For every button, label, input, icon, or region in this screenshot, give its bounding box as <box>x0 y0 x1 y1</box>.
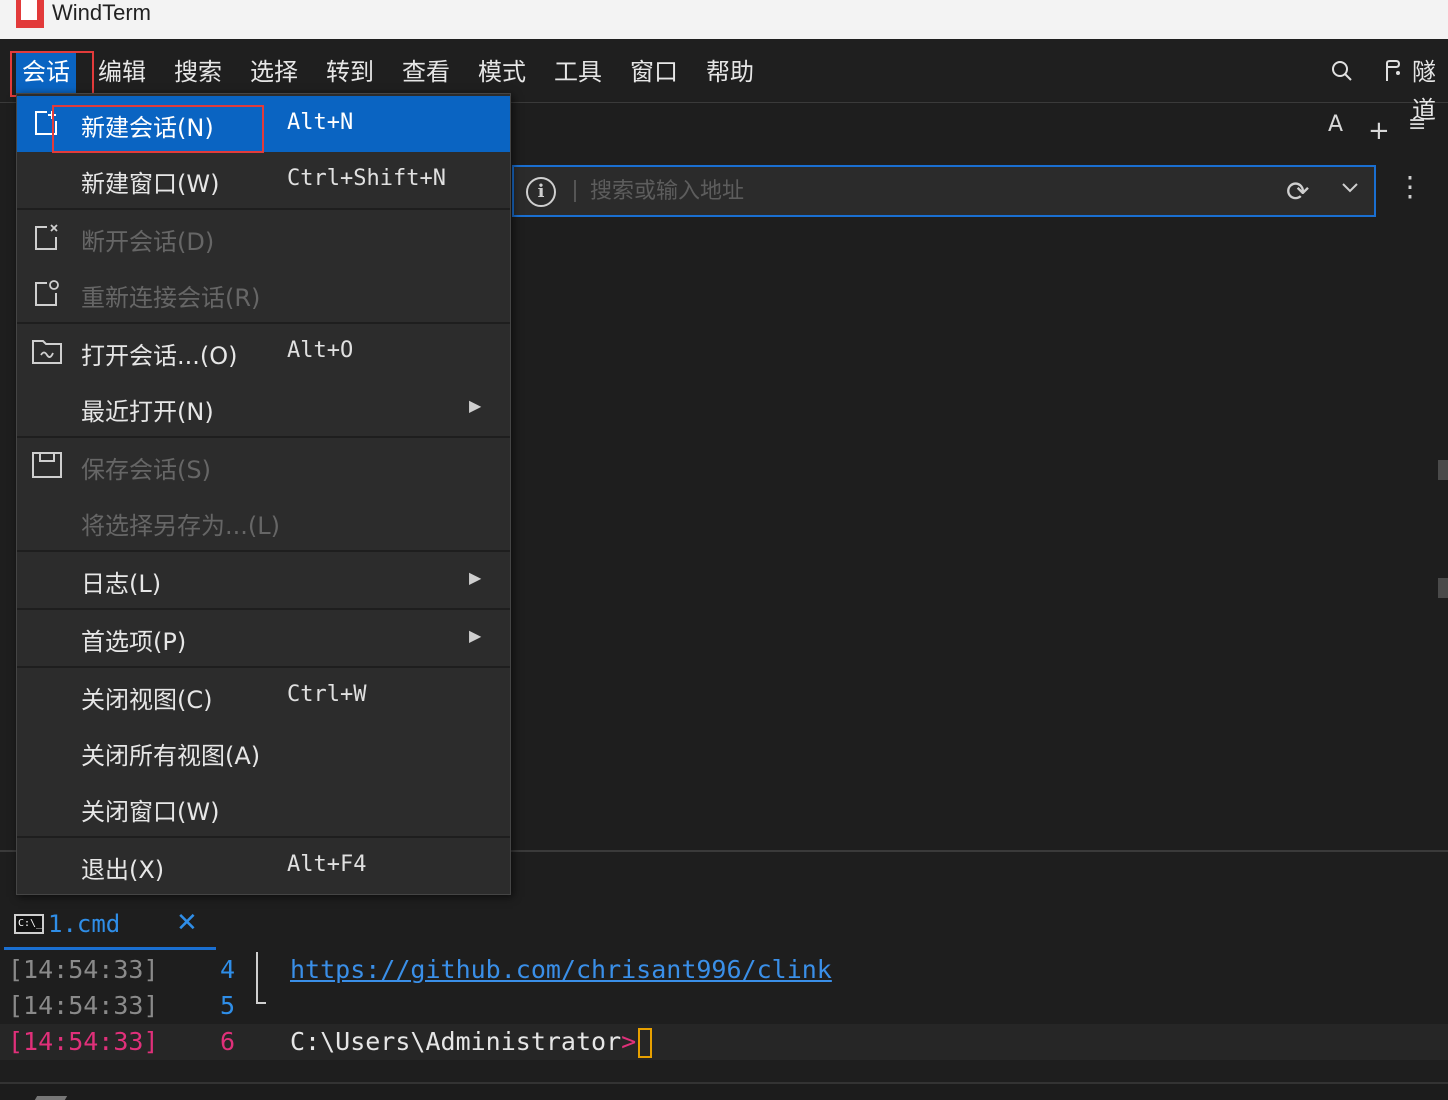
menu-item-close-view[interactable]: 关闭视图(C) Ctrl+W <box>17 668 510 724</box>
search-icon[interactable] <box>1330 59 1354 83</box>
terminal-line: [14:54:33] 5 <box>0 988 1448 1024</box>
menu-item-label: 将选择另存为...(L) <box>81 512 280 540</box>
menu-edit[interactable]: 编辑 <box>92 53 152 93</box>
menu-item-close-all-views[interactable]: 关闭所有视图(A) <box>17 724 510 780</box>
close-icon[interactable]: ✕ <box>176 908 198 938</box>
text-cursor <box>638 1028 653 1058</box>
menu-item-shortcut: Alt+O <box>287 338 354 363</box>
prompt-path: C:\Users\Administrator <box>290 1027 622 1056</box>
menu-item-label: 最近打开(N) <box>81 398 214 426</box>
terminal-tab-label: 1.cmd <box>48 910 121 938</box>
address-separator <box>574 180 576 202</box>
menu-item-new-session[interactable]: 新建会话(N) Alt+N <box>17 96 510 152</box>
line-number: 5 <box>220 991 236 1020</box>
menu-item-log[interactable]: 日志(L) ▶ <box>17 552 510 608</box>
menu-item-label: 关闭窗口(W) <box>81 798 220 826</box>
menu-item-save-selection[interactable]: 将选择另存为...(L) <box>17 494 510 550</box>
menu-item-shortcut: Ctrl+W <box>287 682 367 707</box>
menu-goto[interactable]: 转到 <box>320 53 380 93</box>
menu-window[interactable]: 窗口 <box>624 53 684 93</box>
status-indicator <box>34 1096 68 1100</box>
terminal-prompt[interactable]: C:\Users\Administrator> <box>290 1024 653 1060</box>
menu-search[interactable]: 搜索 <box>168 53 228 93</box>
menu-item-label: 退出(X) <box>81 856 165 884</box>
add-button[interactable]: + <box>1368 116 1390 146</box>
menu-item-shortcut: Alt+F4 <box>287 852 367 877</box>
menu-item-label: 重新连接会话(R) <box>81 284 261 312</box>
menu-item-disconnect[interactable]: 断开会话(D) <box>17 210 510 266</box>
menu-item-exit[interactable]: 退出(X) Alt+F4 <box>17 838 510 894</box>
chevron-down-icon[interactable] <box>1340 177 1360 197</box>
window-title: WindTerm <box>52 0 152 25</box>
menu-item-new-window[interactable]: 新建窗口(W) Ctrl+Shift+N <box>17 152 510 208</box>
menu-item-label: 打开会话...(O) <box>81 342 238 370</box>
list-menu-button[interactable]: ≡ <box>1408 112 1426 137</box>
timestamp: [14:54:33] <box>8 955 159 984</box>
menu-help[interactable]: 帮助 <box>700 53 760 93</box>
menu-item-label: 关闭所有视图(A) <box>81 742 261 770</box>
address-input[interactable] <box>590 173 1270 209</box>
line-number: 4 <box>220 955 236 984</box>
reconnect-icon <box>35 280 59 306</box>
save-icon <box>32 452 62 478</box>
prompt-symbol: > <box>621 1027 637 1056</box>
terminal-link[interactable]: https://github.com/chrisant996/clink <box>290 952 832 988</box>
menu-item-close-window[interactable]: 关闭窗口(W) <box>17 780 510 836</box>
title-bar: WindTerm <box>0 0 1448 39</box>
menu-view[interactable]: 查看 <box>396 53 456 93</box>
menu-item-label: 首选项(P) <box>81 628 187 656</box>
timestamp: [14:54:33] <box>8 991 159 1020</box>
menu-item-label: 断开会话(D) <box>81 228 215 256</box>
info-icon[interactable]: i <box>526 177 556 207</box>
fold-bracket[interactable] <box>256 952 266 1004</box>
menu-mode[interactable]: 模式 <box>472 53 532 93</box>
timestamp: [14:54:33] <box>8 1027 159 1056</box>
menu-item-shortcut: Ctrl+Shift+N <box>287 166 446 191</box>
menu-item-open-session[interactable]: 打开会话...(O) Alt+O <box>17 324 510 380</box>
terminal-line-current: [14:54:33] 6 C:\Users\Administrator> <box>0 1024 1448 1060</box>
scrollbar-thumb[interactable] <box>1438 460 1448 480</box>
submenu-arrow-icon: ▶ <box>469 626 482 645</box>
menu-session[interactable]: 会话 <box>16 53 76 93</box>
cmd-icon: C:\_ <box>14 914 44 934</box>
menu-tools[interactable]: 工具 <box>548 53 608 93</box>
terminal-line: [14:54:33] 4 https://github.com/chrisant… <box>0 952 1448 988</box>
font-button[interactable]: A <box>1328 112 1343 137</box>
new-session-icon <box>35 111 57 135</box>
address-bar: i ⟳ <box>512 165 1376 217</box>
session-menu: 新建会话(N) Alt+N 新建窗口(W) Ctrl+Shift+N 断开会话(… <box>16 93 511 895</box>
submenu-arrow-icon: ▶ <box>469 396 482 415</box>
status-bar <box>0 1082 1448 1100</box>
more-options-icon[interactable]: ⋮ <box>1396 170 1424 203</box>
menu-item-preferences[interactable]: 首选项(P) ▶ <box>17 610 510 666</box>
disconnect-icon <box>35 224 58 250</box>
menu-item-label: 新建窗口(W) <box>81 170 220 198</box>
menu-item-reconnect[interactable]: 重新连接会话(R) <box>17 266 510 322</box>
line-number: 6 <box>220 1027 236 1056</box>
reload-icon[interactable]: ⟳ <box>1286 175 1309 208</box>
menu-item-label: 日志(L) <box>81 570 162 598</box>
menu-item-label: 保存会话(S) <box>81 456 211 484</box>
scrollbar-thumb-secondary[interactable] <box>1438 578 1448 598</box>
submenu-arrow-icon: ▶ <box>469 568 482 587</box>
menu-item-shortcut: Alt+N <box>287 110 354 135</box>
open-session-icon <box>32 340 62 364</box>
menu-item-save-session[interactable]: 保存会话(S) <box>17 438 510 494</box>
menu-item-label: 新建会话(N) <box>81 114 214 142</box>
menu-tunnel[interactable]: 隧道 <box>1406 53 1448 124</box>
app-logo-icon <box>16 0 44 28</box>
menu-item-label: 关闭视图(C) <box>81 686 213 714</box>
tunnel-icon[interactable] <box>1382 59 1404 83</box>
terminal-tab[interactable]: C:\_ 1.cmd ✕ <box>4 906 216 950</box>
menu-item-recent[interactable]: 最近打开(N) ▶ <box>17 380 510 436</box>
menu-select[interactable]: 选择 <box>244 53 304 93</box>
